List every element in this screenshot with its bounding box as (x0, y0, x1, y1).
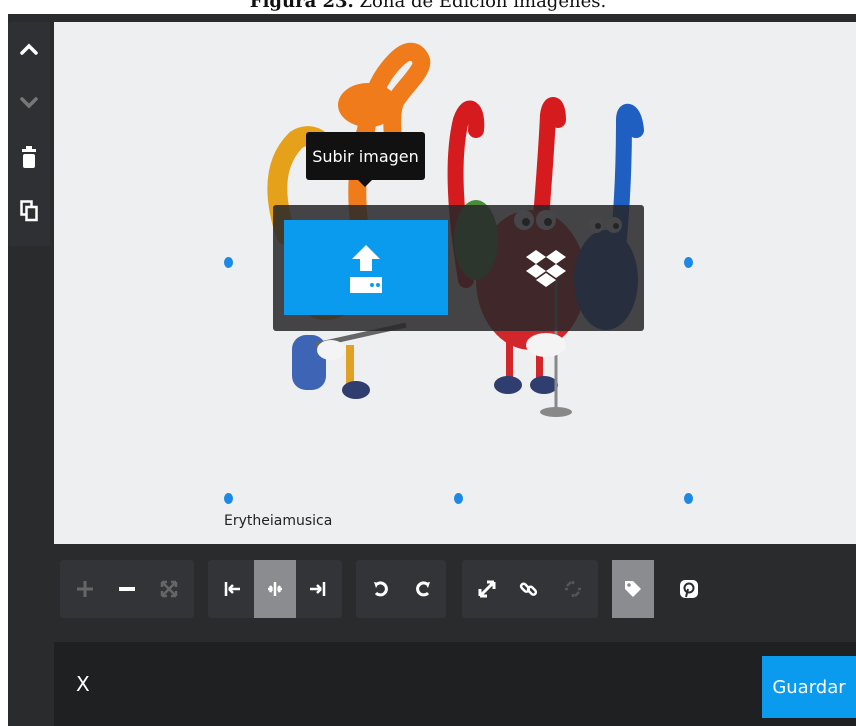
tag-icon (625, 581, 641, 597)
trash-icon (22, 146, 36, 168)
align-group (208, 560, 342, 618)
zoom-group (60, 560, 194, 618)
fit-icon (160, 580, 178, 598)
align-center-button[interactable] (254, 560, 296, 618)
caption-text: Zona de Edición imágenes. (353, 0, 607, 12)
rotate-right-icon (416, 581, 430, 597)
resize-handle[interactable] (224, 493, 233, 504)
link-icon (519, 582, 538, 596)
tag-button[interactable] (612, 560, 654, 618)
align-right-icon (310, 582, 326, 596)
rotate-left-button[interactable] (360, 560, 402, 618)
link-button[interactable] (508, 560, 550, 618)
plus-icon (77, 581, 93, 597)
delete-button[interactable] (8, 134, 50, 180)
upload-panel (273, 205, 644, 331)
upload-icon (350, 244, 382, 293)
close-button[interactable]: X (76, 672, 90, 696)
editor-footer: X Guardar (54, 642, 856, 726)
resize-handle[interactable] (684, 257, 693, 268)
dropbox-icon (525, 249, 566, 287)
minus-icon (119, 587, 135, 591)
align-left-button[interactable] (212, 560, 254, 618)
unlink-icon (565, 581, 581, 597)
zoom-out-button[interactable] (106, 560, 148, 618)
save-button[interactable]: Guardar (762, 656, 856, 718)
align-center-icon (268, 582, 282, 596)
meta-group (610, 560, 710, 618)
copy-icon (20, 200, 38, 222)
move-down-button[interactable] (8, 80, 50, 126)
align-left-icon (224, 582, 240, 596)
resize-handle[interactable] (684, 493, 693, 504)
resize-handle[interactable] (224, 257, 233, 268)
side-toolbar (8, 22, 50, 246)
upload-button[interactable] (284, 220, 448, 315)
upload-tooltip: Subir imagen (306, 132, 425, 187)
expand-button[interactable] (466, 560, 508, 618)
caption-bold: Figura 23. (249, 0, 354, 12)
image-credit: Erytheiamusica (224, 513, 333, 529)
rotate-group (356, 560, 446, 618)
link-group (462, 560, 598, 618)
move-up-icon (20, 43, 38, 55)
zoom-in-button[interactable] (64, 560, 106, 618)
move-down-icon (20, 97, 38, 109)
duplicate-button[interactable] (8, 188, 50, 234)
pinterest-icon (680, 580, 698, 598)
align-right-button[interactable] (296, 560, 338, 618)
rotate-right-button[interactable] (402, 560, 444, 618)
unlink-button[interactable] (552, 560, 594, 618)
image-toolbar (54, 550, 856, 632)
expand-icon (478, 580, 496, 598)
move-up-button[interactable] (8, 26, 50, 72)
dropbox-button[interactable] (458, 220, 633, 315)
pinterest-button[interactable] (668, 560, 710, 618)
fit-button[interactable] (148, 560, 190, 618)
resize-handle[interactable] (454, 493, 463, 504)
rotate-left-icon (374, 581, 388, 597)
